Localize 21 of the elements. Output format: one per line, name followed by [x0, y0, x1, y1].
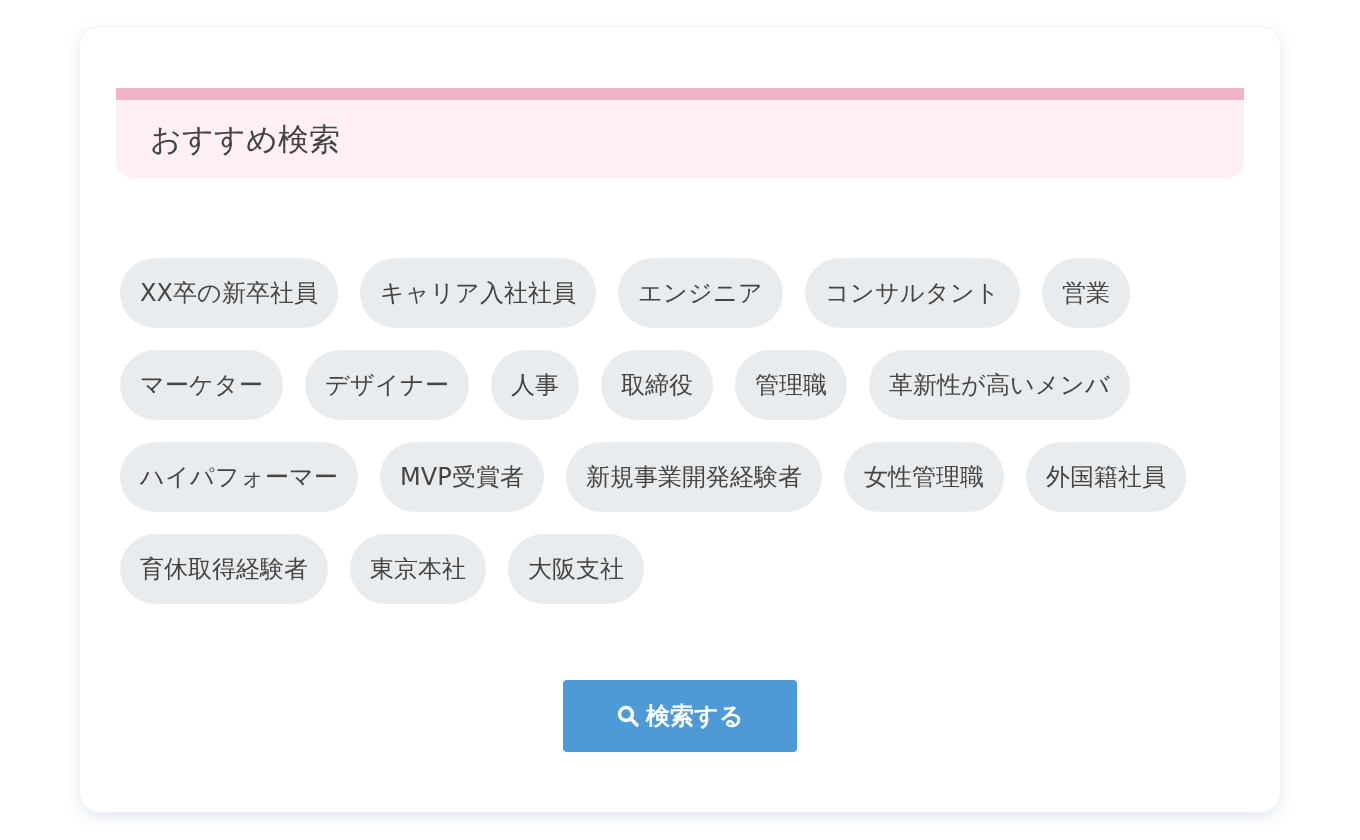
tag-chip[interactable]: 管理職 [735, 350, 847, 420]
tag-chip[interactable]: 女性管理職 [843, 442, 1004, 512]
tag-chip[interactable]: XX卒の新卒社員 [120, 258, 338, 328]
tag-chip[interactable]: 東京本社 [350, 534, 486, 604]
tag-chip[interactable]: 営業 [1041, 258, 1130, 328]
tag-chip[interactable]: 新規事業開発経験者 [565, 442, 822, 512]
tag-chip[interactable]: MVP受賞者 [380, 442, 544, 512]
search-icon [616, 704, 640, 728]
section-title: おすすめ検索 [150, 119, 340, 159]
tag-chip[interactable]: コンサルタント [804, 258, 1020, 328]
tag-chip[interactable]: 革新性が高いメンバ [869, 350, 1130, 420]
tag-chip[interactable]: 取締役 [601, 350, 713, 420]
tag-chip[interactable]: キャリア入社社員 [359, 258, 596, 328]
tag-chip[interactable]: ハイパフォーマー [120, 442, 358, 512]
tag-chip[interactable]: 外国籍社員 [1025, 442, 1186, 512]
tag-chip[interactable]: マーケター [120, 350, 283, 420]
tag-chip[interactable]: デザイナー [305, 350, 469, 420]
tag-chip[interactable]: 人事 [491, 350, 579, 420]
tag-chip[interactable]: 大阪支社 [508, 534, 644, 604]
tag-chip[interactable]: 育休取得経験者 [120, 534, 328, 604]
tag-chip[interactable]: エンジニア [617, 258, 783, 328]
